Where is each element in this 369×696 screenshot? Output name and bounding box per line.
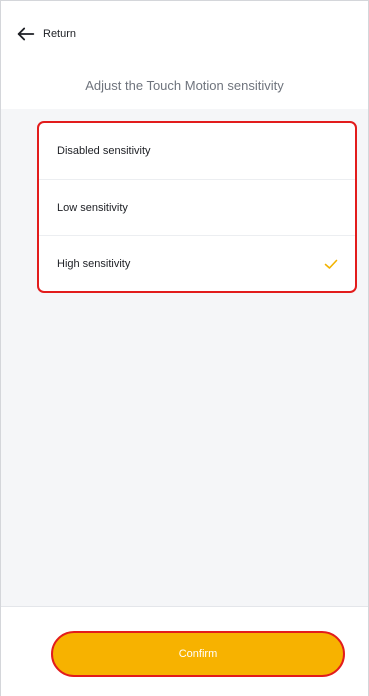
option-label: Disabled sensitivity xyxy=(57,145,151,157)
return-label: Return xyxy=(43,28,77,40)
option-disabled-sensitivity[interactable]: Disabled sensitivity xyxy=(39,123,355,179)
option-low-sensitivity[interactable]: Low sensitivity xyxy=(39,179,355,235)
option-high-sensitivity[interactable]: High sensitivity xyxy=(39,235,355,291)
header: Return Adjust the Touch Motion sensitivi… xyxy=(1,1,368,109)
arrow-left-icon xyxy=(15,23,37,45)
option-label: Low sensitivity xyxy=(57,201,128,214)
checkmark-icon xyxy=(323,256,339,272)
return-button[interactable]: Return xyxy=(15,23,76,45)
app-screen: Return Adjust the Touch Motion sensitivi… xyxy=(0,0,369,696)
page-title: Adjust the Touch Motion sensitivity xyxy=(85,78,284,93)
option-label: High sensitivity xyxy=(57,257,131,270)
sensitivity-options: Disabled sensitivity Low sensitivity Hig… xyxy=(37,121,357,293)
footer: Confirm xyxy=(1,606,368,696)
confirm-button[interactable]: Confirm xyxy=(51,631,345,677)
